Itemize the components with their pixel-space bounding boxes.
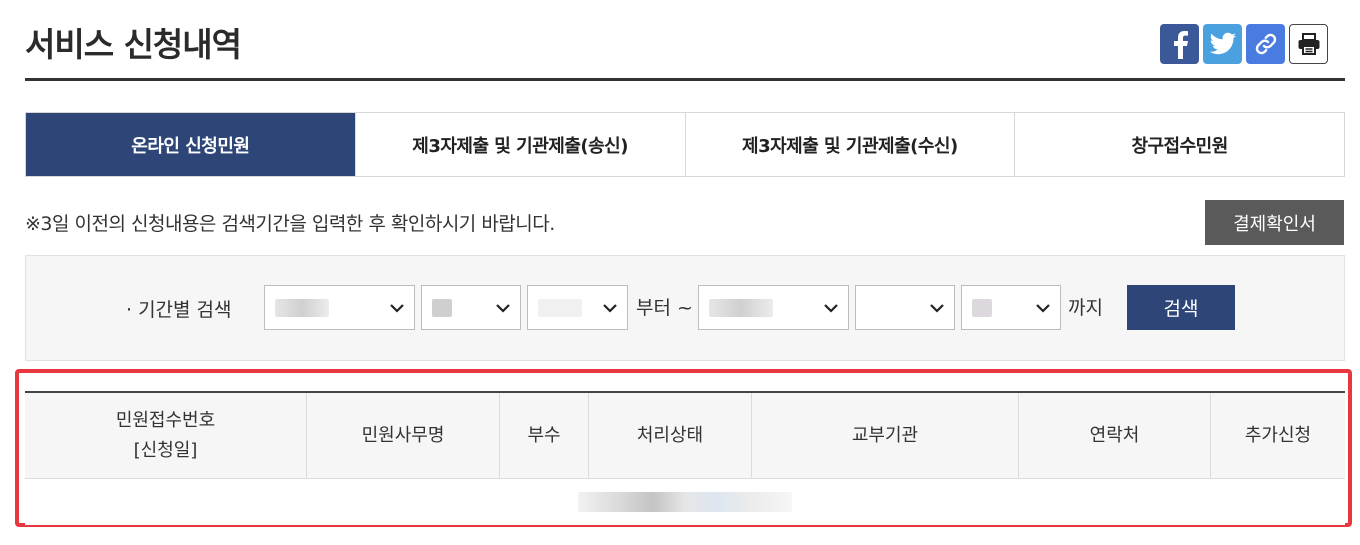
link-icon <box>1255 33 1276 55</box>
chevron-down-icon <box>496 304 510 313</box>
col-status-label: 처리상태 <box>636 424 704 446</box>
until-label: 까지 <box>1068 297 1103 319</box>
payment-confirmation-button[interactable]: 결제확인서 <box>1205 200 1344 245</box>
col-additional-request-label: 추가신청 <box>1244 424 1312 446</box>
col-service-name: 민원사무명 <box>306 393 499 478</box>
empty-result-message <box>578 492 792 512</box>
start-day-value <box>538 298 582 317</box>
col-receipt-number-sublabel: [신청일] <box>133 439 198 461</box>
start-year-value <box>275 298 329 317</box>
table-row <box>25 479 1345 525</box>
share-toolbar <box>1156 24 1328 64</box>
facebook-share-button[interactable] <box>1160 24 1199 64</box>
page-title: 서비스 신청내역 <box>25 25 242 64</box>
end-day-value <box>972 298 992 317</box>
col-contact-label: 연락처 <box>1089 424 1140 446</box>
col-issuing-agency: 교부기관 <box>751 393 1018 478</box>
start-month-value <box>432 298 452 317</box>
chevron-down-icon <box>930 304 944 313</box>
col-status: 처리상태 <box>588 393 751 478</box>
application-history-table: 민원접수번호 [신청일] 민원사무명 부수 처리상태 교부기관 연락처 추가신청 <box>25 391 1345 525</box>
start-month-select[interactable] <box>421 285 521 330</box>
start-day-select[interactable] <box>527 285 628 330</box>
end-day-select[interactable] <box>961 285 1061 330</box>
chevron-down-icon <box>824 304 838 313</box>
copy-link-button[interactable] <box>1246 24 1285 64</box>
col-additional-request: 추가신청 <box>1210 393 1345 478</box>
col-issuing-agency-label: 교부기관 <box>851 424 919 446</box>
col-contact: 연락처 <box>1018 393 1210 478</box>
service-tabs: 온라인 신청민원 제3자제출 및 기관제출(송신) 제3자제출 및 기관제출(수… <box>25 112 1345 177</box>
title-divider <box>25 78 1345 81</box>
tab-online-application[interactable]: 온라인 신청민원 <box>26 113 355 176</box>
end-month-select[interactable] <box>855 285 955 330</box>
tab-third-party-sent[interactable]: 제3자제출 및 기관제출(송신) <box>354 113 685 176</box>
tab-third-party-received[interactable]: 제3자제출 및 기관제출(수신) <box>684 113 1015 176</box>
chevron-down-icon <box>1036 304 1050 313</box>
col-receipt-number-label: 민원접수번호 <box>115 409 216 431</box>
search-button[interactable]: 검색 <box>1127 285 1235 330</box>
table-header-row: 민원접수번호 [신청일] 민원사무명 부수 처리상태 교부기관 연락처 추가신청 <box>25 393 1345 479</box>
twitter-share-button[interactable] <box>1203 24 1242 64</box>
col-receipt-number: 민원접수번호 [신청일] <box>25 393 306 478</box>
facebook-icon <box>1173 31 1188 59</box>
from-label: 부터 ~ <box>636 297 693 319</box>
search-period-notice: ※3일 이전의 신청내용은 검색기간을 입력한 후 확인하시기 바랍니다. <box>25 213 555 235</box>
chevron-down-icon <box>603 304 617 313</box>
end-year-value <box>709 298 773 317</box>
col-copies: 부수 <box>499 393 588 478</box>
chevron-down-icon <box>390 304 404 313</box>
col-copies-label: 부수 <box>527 424 561 446</box>
col-service-name-label: 민원사무명 <box>361 424 445 446</box>
tab-counter-reception[interactable]: 창구접수민원 <box>1014 113 1344 176</box>
print-button[interactable] <box>1289 24 1328 64</box>
period-search-label: · 기간별 검색 <box>126 299 232 321</box>
start-year-select[interactable] <box>264 285 415 330</box>
print-icon <box>1298 33 1319 55</box>
twitter-icon <box>1209 32 1236 55</box>
end-year-select[interactable] <box>698 285 849 330</box>
